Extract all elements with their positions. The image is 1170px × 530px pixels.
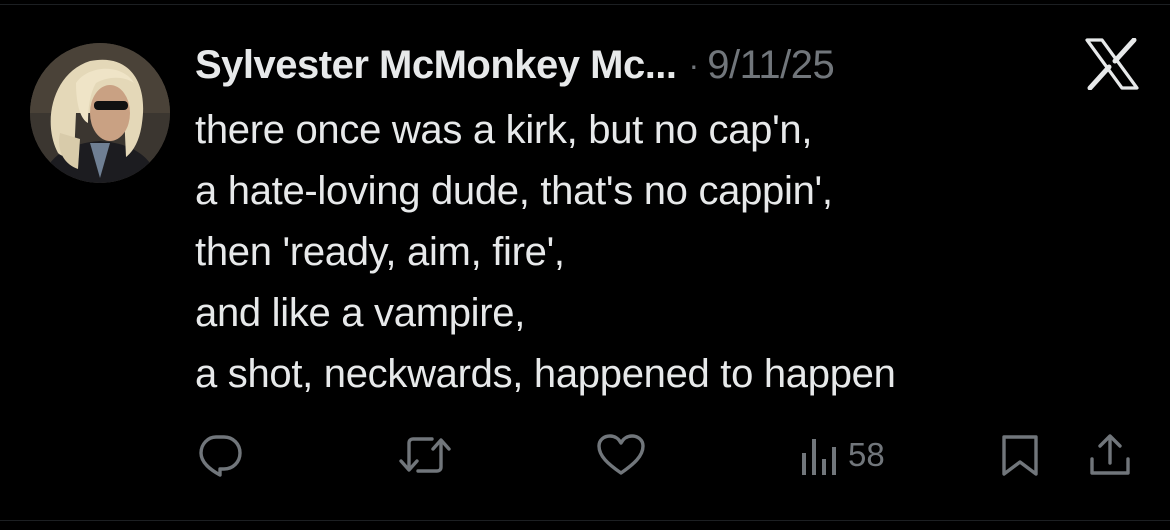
tweet-line: a shot, neckwards, happened to happen <box>195 352 896 396</box>
x-logo-icon <box>1084 37 1140 91</box>
bottom-divider <box>0 520 1170 521</box>
share-button[interactable] <box>1088 433 1132 477</box>
tweet-line: a hate-loving dude, that's no cappin', <box>195 169 833 213</box>
like-button[interactable] <box>596 433 646 477</box>
top-divider <box>0 4 1170 5</box>
retweet-icon <box>399 437 451 473</box>
tweet-line: there once was a kirk, but no cap'n, <box>195 108 813 152</box>
share-icon <box>1090 434 1130 475</box>
tweet-card[interactable]: Sylvester McMonkey Mc... · 9/11/25 there… <box>0 0 1170 530</box>
tweet-line: and like a vampire, <box>195 291 526 335</box>
author-name[interactable]: Sylvester McMonkey Mc... <box>195 43 677 88</box>
heart-icon <box>597 434 645 475</box>
tweet-text: there once was a kirk, but no cap'n, a h… <box>195 100 1135 405</box>
bookmark-button[interactable] <box>1000 433 1040 477</box>
tweet-header: Sylvester McMonkey Mc... · 9/11/25 <box>195 40 835 90</box>
header-separator: · <box>688 46 700 83</box>
tweet-line: then 'ready, aim, fire', <box>195 230 565 274</box>
tweet-date[interactable]: 9/11/25 <box>707 43 835 88</box>
action-bar: 58 <box>0 425 1170 485</box>
reply-button[interactable] <box>196 433 244 477</box>
views-icon <box>802 439 836 475</box>
avatar[interactable] <box>30 43 170 183</box>
avatar-image <box>30 43 170 183</box>
views-button[interactable]: 58 <box>800 433 885 477</box>
views-count: 58 <box>848 436 885 473</box>
retweet-button[interactable] <box>398 433 452 477</box>
reply-icon <box>199 435 242 477</box>
bookmark-icon <box>1002 435 1038 476</box>
